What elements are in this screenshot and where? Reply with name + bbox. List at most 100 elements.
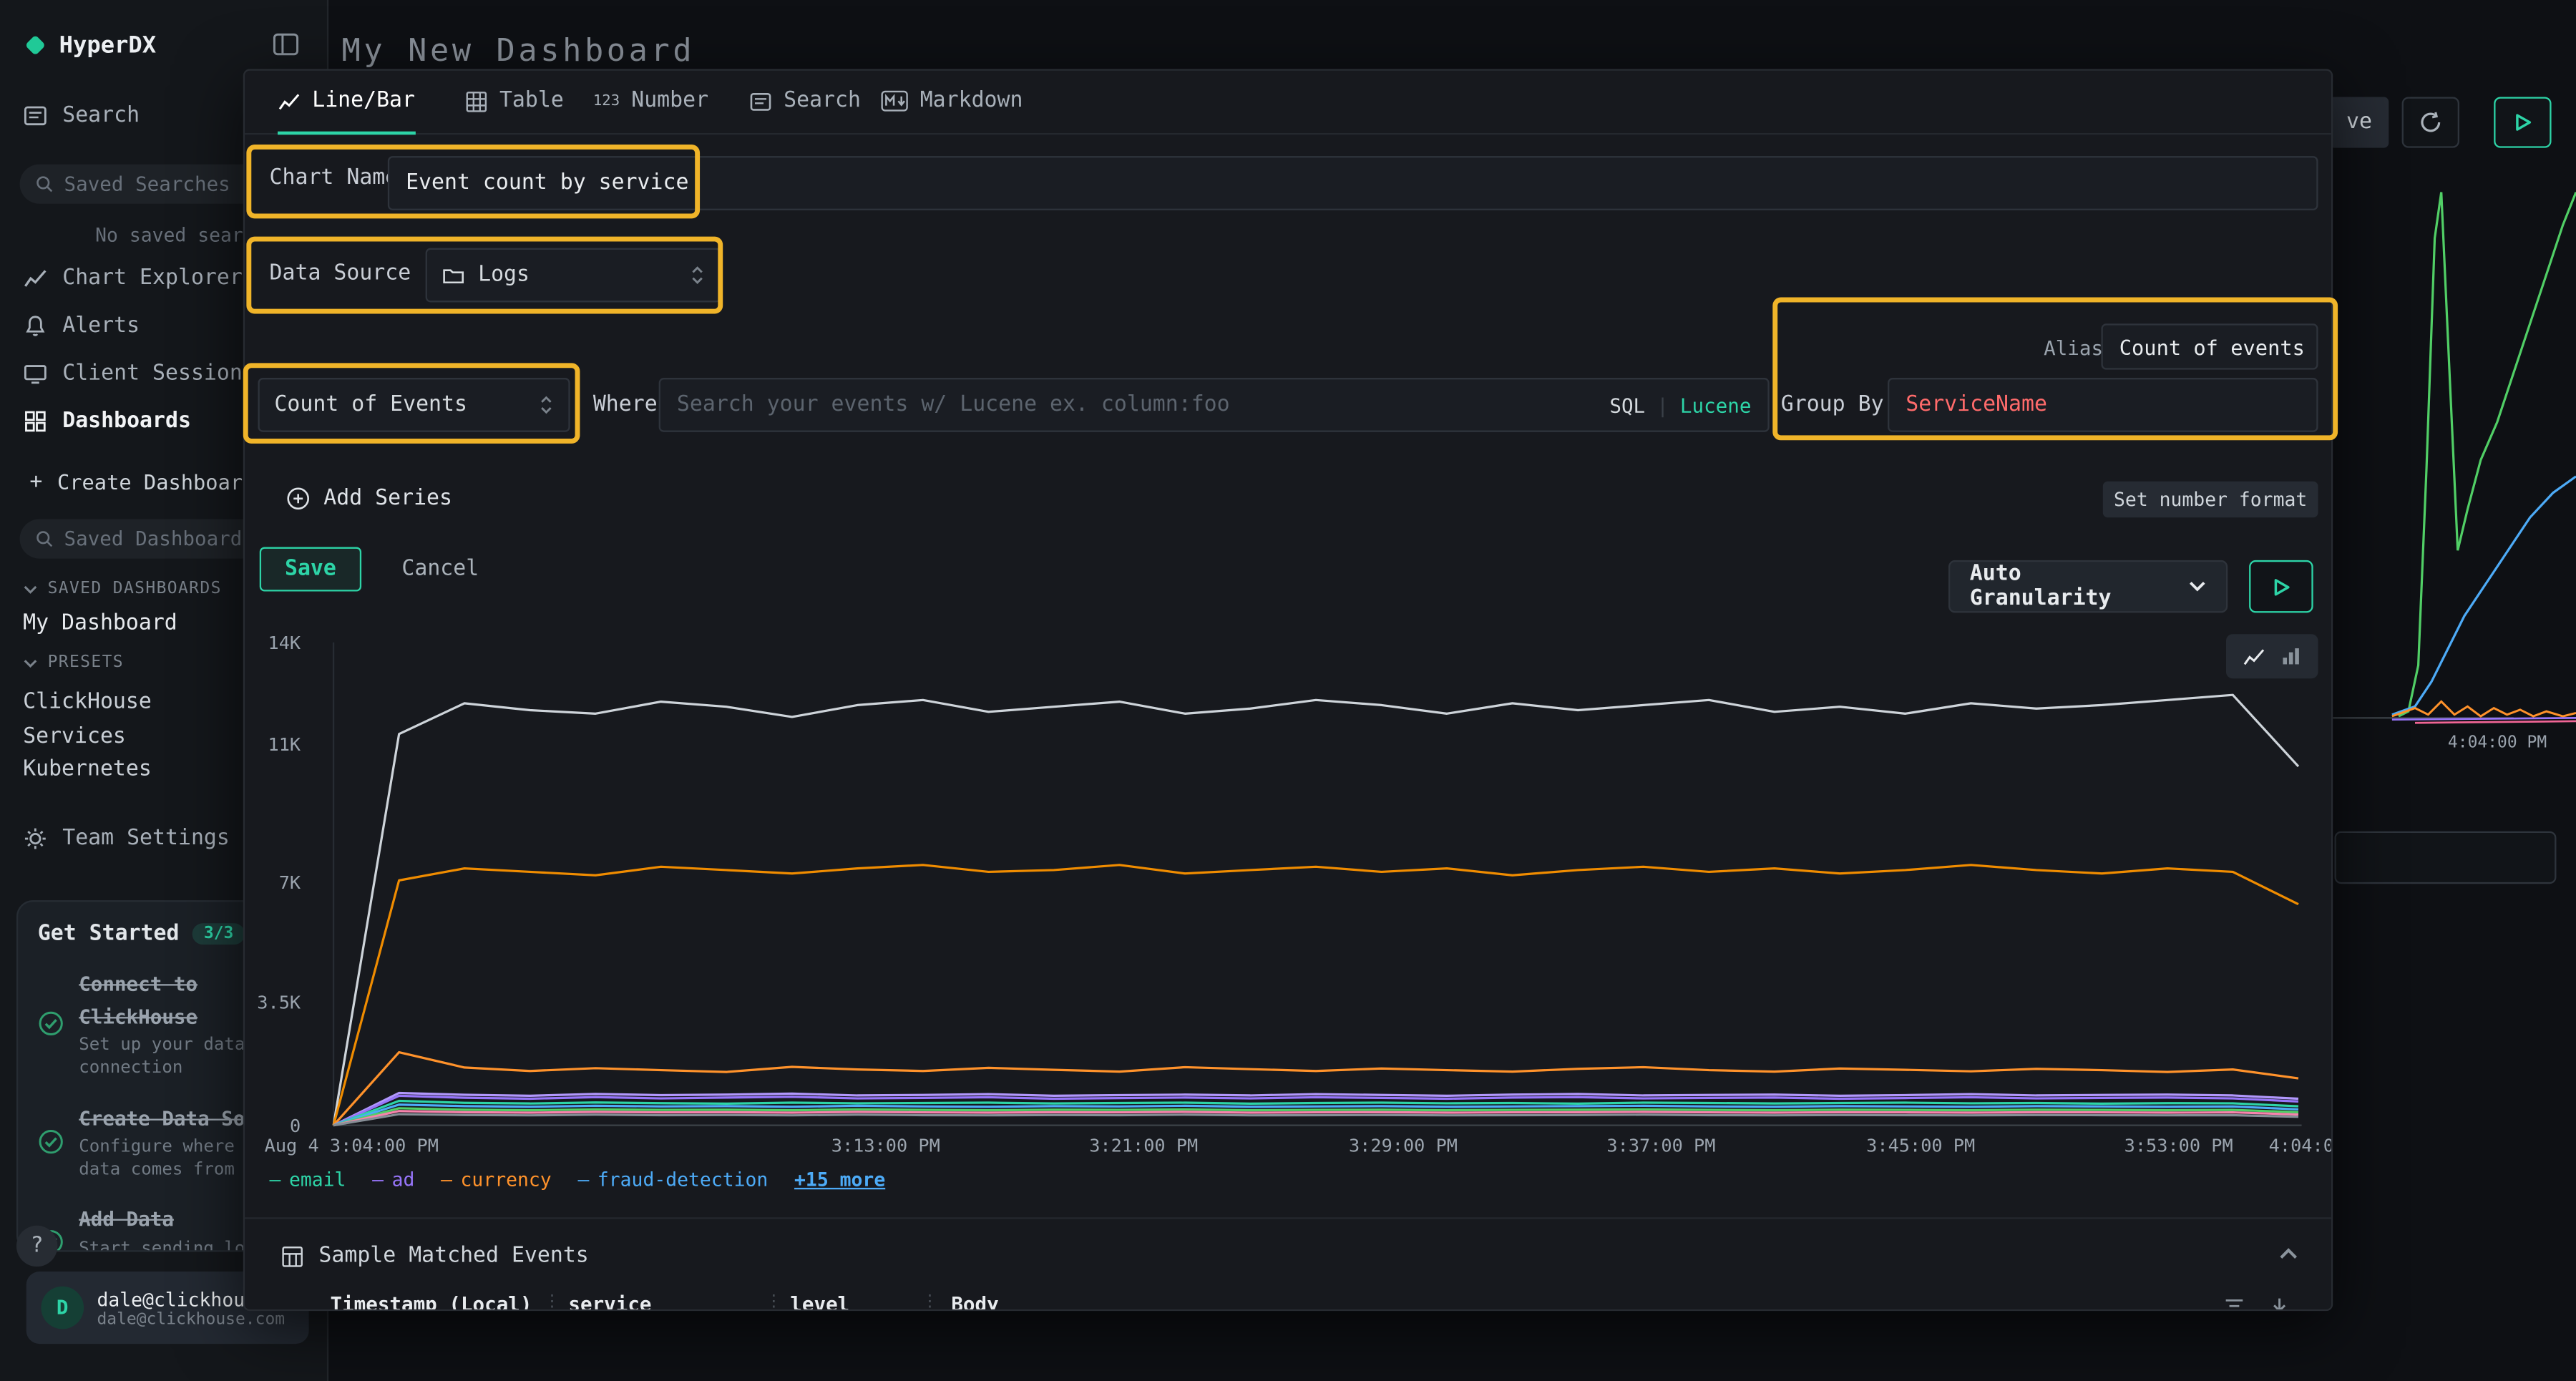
saved-searches-placeholder: Saved Searches [64,172,230,195]
filter-icon[interactable] [2223,1296,2245,1311]
sidebar-item-label: Search [62,104,140,128]
help-button[interactable]: ? [16,1226,57,1267]
aggregation-value: Count of Events [274,393,467,417]
number-123-icon: 123 [593,93,620,109]
sidebar-item-label: Alerts [62,314,140,338]
where-label: Where [593,393,658,417]
tab-line-bar[interactable]: Line/Bar [278,71,415,135]
tab-number[interactable]: 123 Number [593,71,708,132]
add-series-button[interactable]: Add Series [286,487,452,511]
save-button-partial[interactable]: ve [2330,97,2389,147]
sidebar-item-my-dashboard[interactable]: My Dashboard [23,611,177,635]
create-dashboard-button[interactable]: + Create Dashboard [29,470,255,494]
set-number-format-button[interactable]: Set number format [2103,482,2318,518]
save-chart-button[interactable]: Save [260,547,361,592]
bar-view-icon[interactable] [2280,645,2302,667]
sql-toggle[interactable]: SQL [1609,394,1645,416]
markdown-icon [881,90,909,112]
sidebar-item-label: Chart Explorer [62,266,243,291]
chart-name-label: Chart Name [270,166,399,190]
group-by-input[interactable]: ServiceName [1888,378,2318,432]
download-icon[interactable] [2269,1296,2290,1311]
legend-item-fraud-detection[interactable]: —fraud-detection [577,1168,768,1191]
add-series-label: Add Series [323,487,452,511]
sidebar-item-chart-explorer[interactable]: Chart Explorer [23,266,243,291]
tab-search[interactable]: Search [749,71,861,132]
get-started-badge: 3/3 [192,923,245,945]
aggregation-select[interactable]: Count of Events [258,378,570,432]
plus-circle-icon [286,487,310,511]
avatar: D [41,1287,84,1329]
chart-edit-panel: Line/Bar Table 123 Number Search [243,69,2333,1311]
tab-table[interactable]: Table [465,71,564,132]
column-header-body[interactable]: Body [951,1293,998,1311]
legend-item-email[interactable]: —email [270,1168,346,1191]
sidebar-item-label: Client Sessions [62,361,255,386]
sidebar-item-alerts[interactable]: Alerts [23,314,140,338]
chart-display-toggle [2226,634,2318,678]
chart-legend: —email —ad —currency —fraud-detection +1… [270,1168,886,1191]
sidebar-item-clickhouse[interactable]: ClickHouse [23,690,152,714]
x-axis-tick: 3:29:00 PM [1349,1135,1458,1156]
table-icon [465,89,488,112]
sidebar-collapse-icon[interactable] [273,33,299,56]
line-chart[interactable] [314,639,2318,1132]
gear-icon [23,826,47,851]
sample-events-header[interactable]: Sample Matched Events [281,1244,589,1268]
legend-swatch: — [577,1168,589,1191]
background-chart [2333,172,2576,731]
run-query-button-top[interactable] [2494,97,2551,147]
sidebar-item-client-sessions[interactable]: Client Sessions [23,361,255,386]
x-axis-tick: 3:21:00 PM [1089,1135,1198,1156]
line-view-icon[interactable] [2242,645,2265,668]
x-axis-tick: 4:04:00 PM [2269,1135,2333,1156]
series-unlabeled-1 [333,695,2298,1126]
table-icon [281,1244,304,1267]
sample-events-title: Sample Matched Events [318,1244,588,1268]
legend-swatch: — [372,1168,384,1191]
sidebar-item-kubernetes[interactable]: Kubernetes [23,757,152,781]
legend-item-currency[interactable]: —currency [441,1168,552,1191]
search-icon [34,174,54,194]
tab-markdown[interactable]: Markdown [881,71,1023,132]
get-started-title: Get Started [38,922,180,946]
granularity-select[interactable]: Auto Granularity [1948,560,2228,613]
cancel-button[interactable]: Cancel [389,547,491,592]
series-unlabeled-2 [333,865,2298,1126]
y-axis-tick: 0 [251,1116,301,1137]
get-started-item-title: Connect to ClickHouse [79,972,197,1028]
create-dashboard-label: Create Dashboard [57,470,255,494]
y-axis-tick: 7K [251,872,301,894]
column-header-service[interactable]: service [568,1293,651,1311]
chevron-up-icon[interactable] [2278,1247,2298,1260]
lucene-toggle[interactable]: Lucene [1680,394,1752,416]
presets-section[interactable]: PRESETS [23,654,124,672]
legend-more-link[interactable]: +15 more [794,1168,885,1191]
chart-type-tabs: Line/Bar Table 123 Number Search [245,71,2331,135]
bell-icon [23,314,47,338]
toggle-divider: | [1657,394,1669,416]
chart-name-input[interactable]: Event count by service [388,156,2318,210]
legend-swatch: — [270,1168,281,1191]
sidebar-item-dashboards[interactable]: Dashboards [23,409,191,434]
data-source-select[interactable]: Logs [426,248,721,303]
hyperdx-logo-icon [23,33,47,57]
chevron-down-icon [2188,580,2206,592]
sidebar-item-services[interactable]: Services [23,725,126,749]
run-chart-button[interactable] [2249,560,2313,613]
alias-input[interactable]: Count of events [2101,323,2318,369]
sidebar-item-label: Team Settings [62,826,230,851]
sidebar-item-team-settings[interactable]: Team Settings [23,826,230,851]
x-axis-tick: 3:45:00 PM [1866,1135,1975,1156]
background-input-partial[interactable] [2335,831,2557,884]
line-chart-icon [278,89,301,112]
legend-item-ad[interactable]: —ad [372,1168,414,1191]
data-source-value: Logs [478,263,530,287]
column-header-timestamp[interactable]: Timestamp (Local) [330,1293,532,1311]
where-search-input[interactable]: Search your events w/ Lucene ex. column:… [659,378,1770,432]
sidebar-item-search[interactable]: Search [23,104,140,128]
saved-dashboards-section[interactable]: SAVED DASHBOARDS [23,580,222,597]
column-header-level[interactable]: level [790,1293,849,1311]
refresh-button[interactable] [2402,97,2459,147]
alias-label: Alias [2044,337,2103,360]
